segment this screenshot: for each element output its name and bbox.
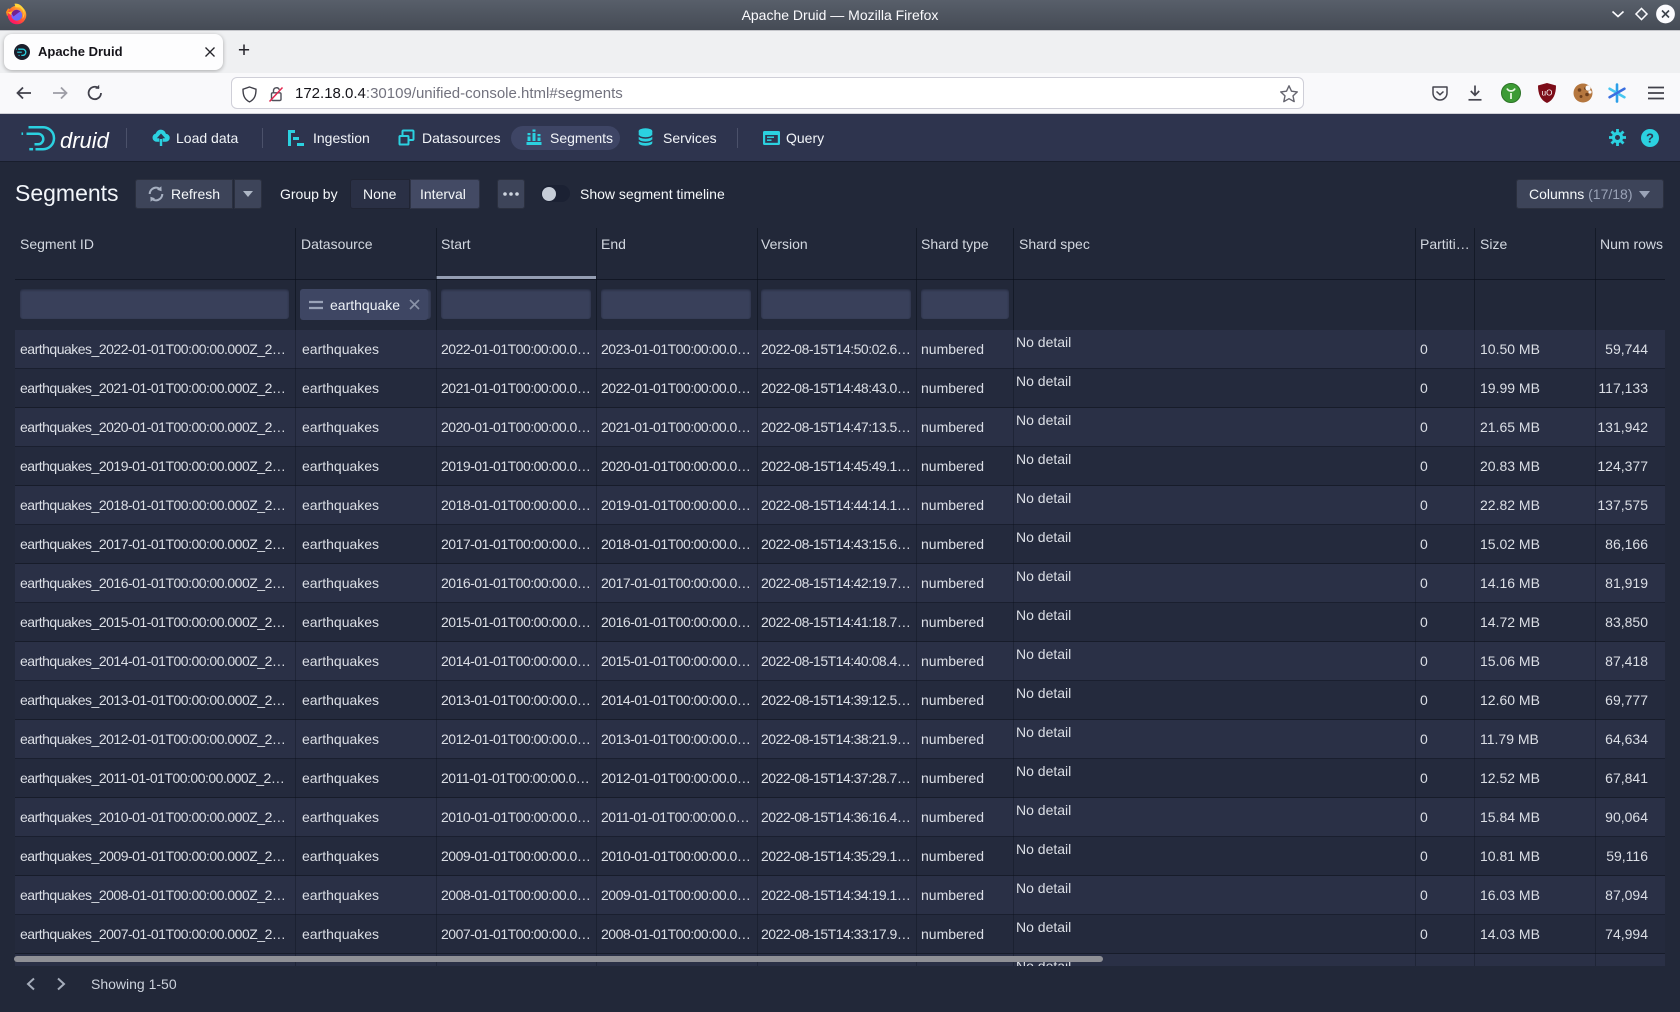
svg-text:?: ? <box>1646 131 1654 146</box>
svg-text:uO: uO <box>1542 89 1553 98</box>
